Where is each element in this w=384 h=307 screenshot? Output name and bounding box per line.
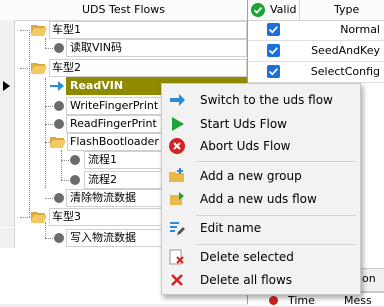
menu-item-switch-flow[interactable]: Switch to the uds flow (162, 88, 360, 112)
folder-add-icon (169, 168, 184, 182)
tree-item-label: FlashBootloader (70, 135, 159, 148)
row-gutter (0, 170, 15, 190)
tree-line (45, 106, 53, 107)
tree-item-label: 车型1 (52, 23, 81, 36)
abort-icon (169, 138, 185, 154)
menu-item-abort-flow[interactable]: Abort Uds Flow (162, 134, 360, 158)
row-gutter (0, 96, 15, 116)
tab-partial[interactable]: on (358, 268, 384, 292)
flow-dot-icon (70, 175, 80, 185)
tree-line (20, 217, 30, 218)
tree-line (20, 30, 30, 31)
tree-row-flow[interactable]: 读取VIN码 (0, 38, 247, 58)
row-pointer-icon (3, 81, 10, 91)
flow-dot-icon (54, 101, 64, 111)
menu-item-delete-all[interactable]: Delete all flows (162, 268, 360, 292)
tree-line (45, 198, 53, 199)
type-cell: SeedAndKey (311, 44, 380, 57)
tree-item-label: 写入物流数据 (70, 231, 136, 244)
config-table-header: Valid Type (248, 0, 384, 21)
delete-all-icon (171, 274, 183, 286)
menu-item-label: Add a new uds flow (200, 192, 317, 206)
menu-item-start-flow[interactable]: Start Uds Flow (162, 112, 360, 136)
row-gutter (0, 114, 15, 134)
row-gutter (0, 38, 15, 58)
folder-open-icon (50, 137, 66, 148)
column-header-valid[interactable]: Valid (270, 0, 297, 20)
folder-open-icon (31, 63, 47, 74)
tree-item-label: 清除物流数据 (70, 191, 136, 204)
row-gutter (0, 58, 15, 78)
menu-item-label: Add a new group (200, 169, 302, 183)
menu-item-edit-name[interactable]: Edit name (162, 216, 360, 240)
menu-item-add-flow[interactable]: Add a new uds flow (162, 187, 360, 211)
arrow-right-icon (50, 81, 64, 91)
type-cell: Normal (340, 23, 380, 36)
arrow-right-icon (170, 94, 185, 106)
menu-separator (196, 161, 356, 162)
flow-dot-icon (54, 233, 64, 243)
tree-row-group-2[interactable]: 车型2 (0, 58, 247, 78)
flow-dot-icon (54, 43, 64, 53)
table-row[interactable]: Normal (248, 20, 384, 41)
valid-checkbox[interactable] (267, 44, 280, 57)
row-gutter (0, 188, 15, 208)
tree-item-label: 车型3 (52, 210, 81, 223)
row-gutter (0, 228, 15, 248)
tree-item-label: 车型2 (52, 61, 81, 74)
edit-icon (170, 222, 185, 235)
tree-item-label: 读取VIN码 (70, 41, 122, 54)
menu-item-label: Switch to the uds flow (200, 93, 333, 107)
column-divider (299, 0, 300, 20)
flow-add-icon (170, 192, 184, 205)
valid-checkbox[interactable] (267, 65, 280, 78)
tree-row-group-1[interactable]: 车型1 (0, 20, 247, 40)
flow-dot-icon (54, 119, 64, 129)
folder-open-icon (31, 25, 47, 36)
menu-item-label: Start Uds Flow (200, 117, 287, 131)
row-gutter (0, 150, 15, 170)
flows-panel-header: UDS Test Flows (0, 0, 247, 21)
flow-dot-icon (54, 193, 64, 203)
row-gutter (0, 20, 15, 40)
tree-line (45, 238, 53, 239)
tree-line (61, 180, 69, 181)
tree-line (45, 48, 53, 49)
tree-item-label: ReadFingerPrint (70, 117, 157, 130)
row-gutter (0, 132, 15, 152)
table-row[interactable]: SeedAndKey (248, 41, 384, 62)
table-row[interactable]: SelectConfig (248, 62, 384, 83)
menu-item-delete-selected[interactable]: Delete selected (162, 245, 360, 269)
menu-item-add-group[interactable]: Add a new group (162, 164, 360, 188)
context-menu: Switch to the uds flow Start Uds Flow Ab… (161, 83, 361, 295)
type-cell: SelectConfig (310, 65, 380, 78)
tree-line (61, 160, 69, 161)
tree-line (20, 68, 30, 69)
row-gutter (0, 207, 15, 227)
menu-item-label: Delete selected (200, 250, 294, 264)
log-column-time: Time (288, 294, 315, 307)
menu-item-label: Edit name (200, 221, 262, 235)
tree-item-label: WriteFingerPrint (70, 99, 159, 112)
tree-item-label: 流程2 (88, 173, 117, 186)
check-circle-icon (251, 3, 265, 17)
tree-item-label: 流程1 (88, 153, 117, 166)
tab-label: on (362, 272, 376, 285)
log-column-message: Mess (344, 294, 372, 307)
tree-item-label: ReadVIN (70, 79, 124, 92)
menu-item-label: Delete all flows (200, 273, 293, 287)
play-icon (172, 117, 184, 131)
tree-line (45, 124, 53, 125)
delete-selected-icon (169, 249, 184, 265)
valid-checkbox[interactable] (267, 23, 280, 36)
column-header-type[interactable]: Type (334, 0, 359, 20)
tree-line (45, 142, 49, 143)
flow-dot-icon (70, 155, 80, 165)
folder-open-icon (31, 212, 47, 223)
menu-item-label: Abort Uds Flow (200, 139, 291, 153)
